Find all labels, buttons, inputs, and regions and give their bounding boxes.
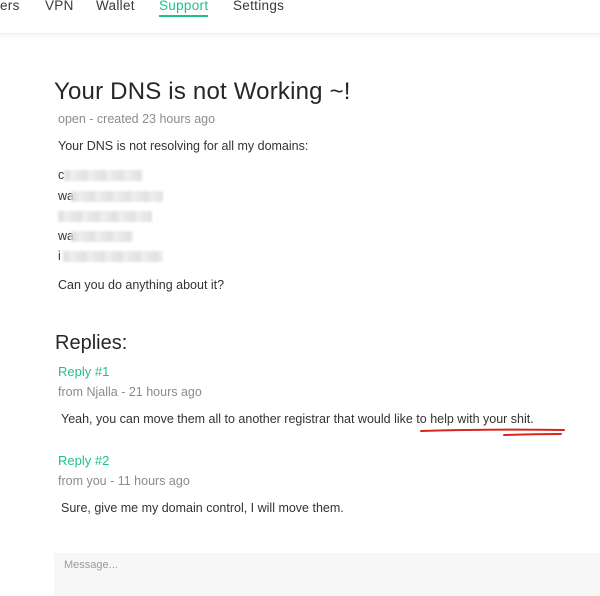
nav-item-vpn[interactable]: VPN (45, 0, 74, 13)
ticket-body-intro: Your DNS is not resolving for all my dom… (58, 139, 309, 153)
reply-label: Reply #2 (58, 453, 110, 468)
reply-text: Yeah, you can move them all to another r… (61, 412, 534, 426)
redacted-domain (58, 211, 152, 222)
nav-item-wallet[interactable]: Wallet (96, 0, 135, 13)
ticket-status-meta: open - created 23 hours ago (58, 112, 216, 126)
domain-visible-prefix: i (58, 249, 61, 263)
replies-heading: Replies: (55, 332, 128, 354)
reply-label: Reply #1 (58, 364, 110, 379)
nav-item-support[interactable]: Support (159, 0, 208, 13)
message-input[interactable] (54, 553, 600, 596)
active-tab-underline (159, 15, 208, 17)
redacted-domain (71, 231, 133, 242)
nav-item-partial[interactable]: ers (0, 0, 20, 13)
redacted-domain (71, 191, 163, 202)
top-navigation: ers VPN Wallet Support Settings (0, 0, 600, 34)
domain-line: c (58, 168, 142, 182)
reply-meta: from you - 11 hours ago (58, 474, 190, 488)
ticket-title: Your DNS is not Working ~! (54, 78, 351, 105)
domain-line: wa (58, 189, 163, 203)
reply-meta: from Njalla - 21 hours ago (58, 385, 202, 399)
ticket-content: Your DNS is not Working ~! open - create… (0, 34, 600, 596)
ticket-question: Can you do anything about it? (58, 278, 225, 292)
redacted-domain (63, 251, 163, 262)
domain-line: i (58, 249, 163, 263)
nav-item-settings[interactable]: Settings (233, 0, 284, 13)
domain-line: wa (58, 229, 133, 243)
reply-text: Sure, give me my domain control, I will … (61, 501, 344, 515)
redacted-domain (64, 170, 142, 181)
